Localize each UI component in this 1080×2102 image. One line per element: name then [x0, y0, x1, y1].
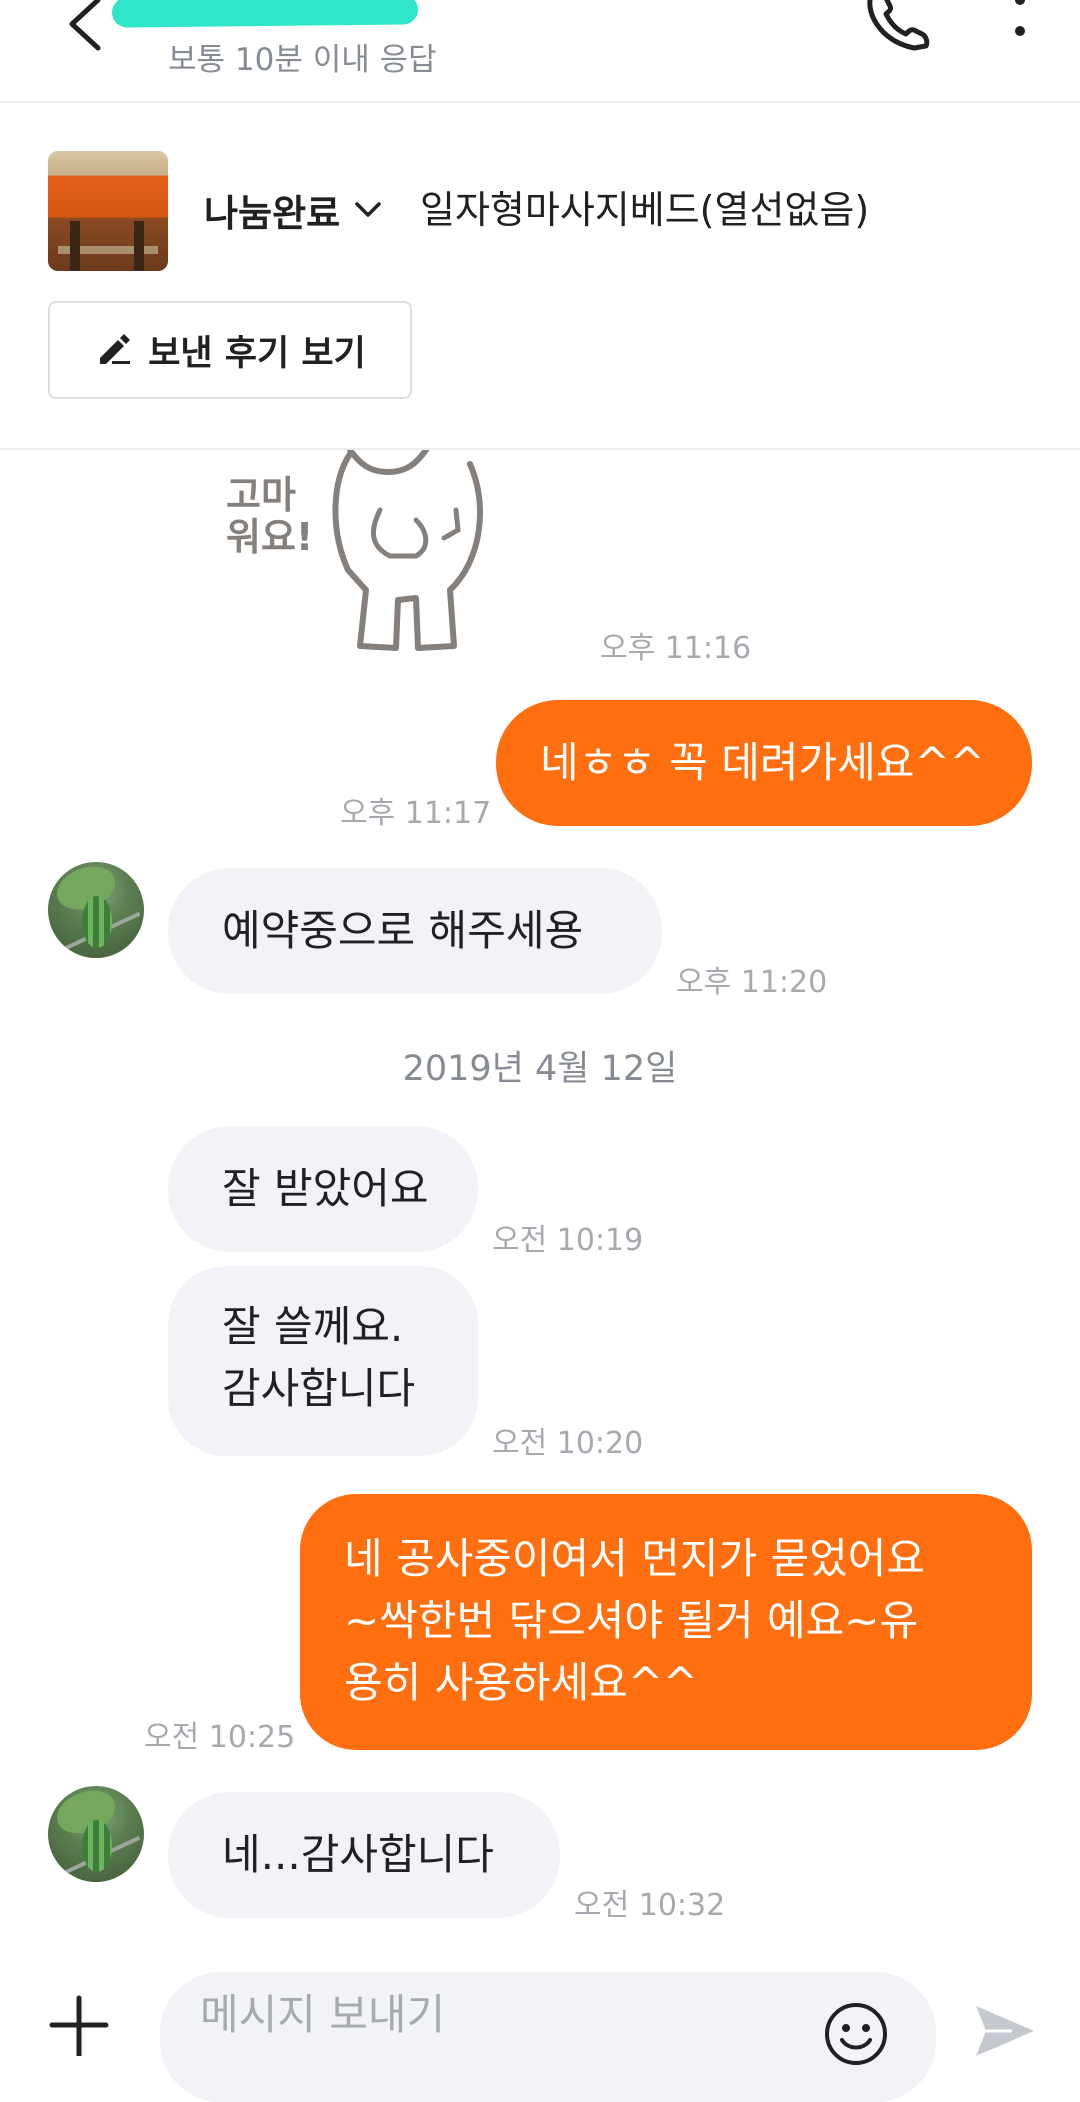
response-time-status: 보통 10분 이내 응답 — [168, 42, 437, 78]
avatar-melon-shape — [82, 1820, 112, 1872]
message-time: 오전 10:25 — [144, 1720, 296, 1755]
message-time: 오전 10:20 — [492, 1426, 644, 1461]
avatar[interactable] — [48, 1786, 144, 1882]
send-icon[interactable] — [972, 2000, 1038, 2062]
outgoing-message-bubble[interactable]: 네ㅎㅎ 꼭 데려가세요^^ — [496, 700, 1032, 826]
view-sent-review-label: 보낸 후기 보기 — [148, 333, 366, 374]
more-vertical-icon[interactable] — [1002, 0, 1038, 56]
chat-header: 보통 10분 이내 응답 — [0, 0, 1080, 103]
back-arrow-icon[interactable] — [58, 0, 114, 60]
thumbnail-leg-shape — [70, 221, 80, 271]
message-time: 오전 10:19 — [492, 1223, 644, 1258]
emoji-icon[interactable] — [822, 2000, 890, 2068]
thumbnail-leg-shape — [134, 221, 144, 271]
pencil-icon — [94, 328, 134, 372]
message-input[interactable] — [160, 1972, 936, 2102]
sticker-text-line-1: 고마 — [226, 473, 296, 517]
incoming-message-bubble[interactable]: 예약중으로 해주세용 — [168, 868, 662, 994]
incoming-message-bubble[interactable]: 네...감사합니다 — [168, 1792, 560, 1918]
avatar[interactable] — [48, 862, 144, 958]
incoming-message-bubble[interactable]: 잘 쓸께요. 감사합니다 — [168, 1266, 478, 1456]
message-time: 오전 10:32 — [574, 1888, 726, 1923]
message-time: 오후 11:17 — [340, 796, 492, 831]
outgoing-message-bubble[interactable]: 네 공사중이여서 먼지가 묻었어요 ~싹한번 닦으셔야 될거 예요~유 용히 사… — [300, 1494, 1032, 1750]
trade-status-label: 나눔완료 — [204, 192, 341, 235]
avatar-melon-shape — [82, 896, 112, 948]
product-info-bar: 나눔완료 일자형마사지베드(열선없음) 보낸 후기 보기 — [0, 103, 1080, 450]
thank-you-sticker: 고마 워요! — [226, 450, 484, 651]
chevron-down-icon — [354, 200, 382, 220]
redacted-username — [111, 0, 419, 28]
trade-status-dropdown[interactable]: 나눔완료 — [204, 185, 382, 235]
product-title[interactable]: 일자형마사지베드(열선없음) — [420, 185, 869, 235]
phone-icon[interactable] — [862, 0, 934, 56]
sticker-text-line-2: 워요! — [226, 515, 313, 559]
plus-icon[interactable] — [48, 1994, 110, 2059]
message-time: 오후 11:16 — [600, 631, 752, 666]
sticker-message: 고마 워요! 오후 11:16 — [0, 450, 1080, 666]
product-thumbnail[interactable] — [48, 151, 168, 271]
incoming-message-bubble[interactable]: 잘 받았어요 — [168, 1126, 478, 1252]
message-time: 오후 11:20 — [676, 965, 828, 1000]
date-divider: 2019년 4월 12일 — [402, 1049, 678, 1089]
view-sent-review-button[interactable]: 보낸 후기 보기 — [48, 301, 412, 399]
